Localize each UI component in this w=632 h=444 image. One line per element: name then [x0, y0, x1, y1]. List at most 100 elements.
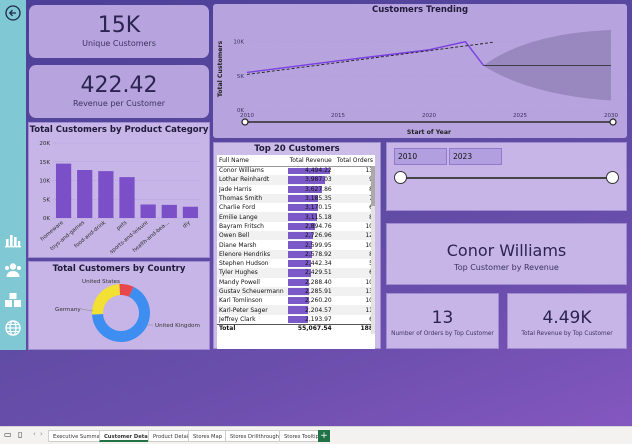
bar-toys-and-games[interactable] [77, 170, 93, 218]
cell-total-revenue: 2,599.95 [287, 240, 334, 249]
cell-total-revenue: 2,193.97 [287, 315, 334, 324]
slice-Germany[interactable] [92, 284, 121, 315]
prev-page-icon[interactable]: ‹ [33, 430, 36, 438]
revenue-value: 2,894.76 [305, 222, 332, 230]
x-tick-label: pets [116, 220, 129, 232]
bar-food-and-drink[interactable] [98, 171, 114, 218]
tab-stores-drillthrough[interactable]: Stores Drillthrough [225, 430, 284, 442]
table-row[interactable]: Mandy Powell 2,288.40 10 [217, 277, 375, 287]
revenue-value: 2,599.95 [305, 241, 332, 249]
tab-stores-map[interactable]: Stores Map [188, 430, 228, 442]
globe-icon [5, 320, 21, 336]
table-row[interactable]: Bayram Fritsch 2,894.76 10 [217, 221, 375, 232]
cell-full-name: Mandy Powell [219, 278, 260, 286]
revenue-per-customer-card: 422.42 Revenue per Customer [29, 65, 209, 118]
cell-total-orders: 6 [334, 315, 375, 324]
table-row[interactable]: Stephen Hudson 2,442.345 [217, 258, 375, 269]
table-row[interactable]: Conor Williams 4,494.22 13 [217, 166, 375, 176]
bar-homeware[interactable] [55, 163, 72, 218]
top-revenue-label: Total Revenue by Top Customer [521, 331, 613, 337]
y-tick-label: 5K [43, 197, 50, 203]
col-header-revenue[interactable]: Total Revenue [287, 155, 334, 167]
table-row[interactable]: Lothar Reinhardt 3,987.039 [217, 175, 375, 185]
country-chart-card: Total Customers by Country United Kingdo… [28, 261, 210, 350]
top-customer-label: Top Customer by Revenue [454, 263, 559, 272]
table-row[interactable]: Tyler Hughes 2,429.516 [217, 268, 375, 278]
unique-customers-value: 15K [97, 13, 141, 38]
table-row[interactable]: Gustav Scheuermann 2,285.91 13 [217, 286, 375, 297]
cell-total-revenue: 2,578.92 [287, 250, 334, 259]
revenue-value: 2,726.96 [305, 232, 332, 240]
cell-total-orders: 8 [334, 185, 375, 194]
add-page-button[interactable]: + [318, 430, 330, 442]
cell-total-revenue: 2,260.20 [287, 296, 334, 305]
cell-total-orders: 10 [365, 297, 373, 305]
cell-full-name: Charlie Ford [219, 204, 256, 212]
table-row[interactable]: Owen Bell 2,726.96 12 [217, 231, 375, 241]
x-axis-title: Start of Year [407, 129, 452, 136]
boxes-icon [5, 293, 21, 307]
table-row[interactable]: Elenore Hendriks 2,578.928 [217, 249, 375, 259]
nav-executive-button[interactable] [3, 230, 23, 250]
cell-full-name: Bayram Fritsch [219, 222, 264, 230]
revenue-value: 4,494.22 [305, 167, 332, 175]
top-revenue-card: 4.49K Total Revenue by Top Customer [507, 293, 627, 349]
total-orders: 188 [360, 325, 373, 333]
nav-product-button[interactable] [3, 290, 23, 310]
customers-line[interactable] [246, 40, 485, 74]
customers-trending-card: Customers Trending 0K 5K 10K 2010 2015 2020 20… [213, 4, 627, 138]
back-button[interactable] [3, 3, 23, 23]
revenue-value: 2,429.51 [305, 269, 332, 277]
cell-full-name: Gustav Scheuermann [219, 288, 284, 295]
trend-range-end-handle[interactable] [609, 118, 617, 126]
nav-rail [0, 0, 26, 350]
country-donut-chart: United Kingdom Germany United States [55, 279, 200, 342]
bar-diy[interactable] [182, 206, 199, 218]
table-row[interactable]: Emilie Lange 3,115.188 [217, 212, 375, 222]
cell-total-revenue: 3,185.35 [287, 194, 334, 203]
table-row[interactable]: Charlie Ford 3,170.156 [217, 203, 375, 213]
category-chart-card: Total Customers by Product Category 20K 1… [28, 122, 210, 258]
table-row[interactable]: Diane Marsh 2,599.95 10 [217, 240, 375, 250]
x-tick-label: 2015 [331, 113, 345, 119]
desktop-view-icon[interactable]: ▭ [4, 430, 12, 439]
next-page-icon[interactable]: › [40, 430, 43, 438]
cell-full-name: Owen Bell [219, 232, 250, 240]
col-header-name[interactable]: Full Name [217, 155, 288, 167]
slicer-track[interactable] [401, 177, 613, 179]
cell-total-orders: 6 [334, 268, 375, 277]
top-orders-value: 13 [431, 308, 454, 328]
x-tick-label: 2010 [240, 113, 254, 119]
bar-health-and-bea...[interactable] [161, 204, 177, 218]
cell-total-orders: 10 [365, 278, 373, 286]
cell-full-name: Karl-Peter Sager [219, 306, 268, 314]
top20-table-wrap: Full Name Total Revenue Total Orders Con… [217, 155, 375, 349]
cell-total-revenue: 2,429.51 [287, 268, 334, 277]
nav-stores-button[interactable] [3, 318, 23, 338]
cell-total-orders: 8 [334, 250, 375, 259]
table-row[interactable]: Karl-Peter Sager 2,204.57 11 [217, 305, 375, 315]
bar-sports-and-leisure[interactable] [140, 204, 156, 219]
slice-label: United Kingdom [155, 323, 200, 329]
cell-total-revenue: 2,288.40 [287, 278, 334, 287]
slicer-start-handle[interactable] [394, 171, 407, 184]
revenue-value: 3,987.03 [305, 176, 332, 184]
table-row[interactable]: Karl Tomlinson 2,260.20 10 [217, 296, 375, 306]
cell-full-name: Thomas Smith [219, 195, 263, 203]
bar-chart-icon [5, 235, 21, 248]
slicer-end-handle[interactable] [606, 171, 619, 184]
bar-pets[interactable] [119, 177, 135, 218]
revenue-value: 2,204.57 [305, 306, 332, 314]
slicer-end-input[interactable]: 2023 [449, 148, 502, 165]
mobile-view-icon[interactable]: ▯ [18, 430, 22, 439]
nav-customer-button[interactable] [3, 260, 23, 280]
table-row[interactable]: Jade Harris 3,627.868 [217, 184, 375, 194]
category-chart-title: Total Customers by Product Category [29, 125, 209, 135]
slicer-start-input[interactable]: 2010 [394, 148, 447, 165]
cell-total-orders: 13 [365, 288, 373, 295]
trend-range-start-handle[interactable] [241, 118, 249, 126]
table-scrollbar[interactable] [371, 166, 375, 334]
table-row[interactable]: Jeffrey Clark 2,193.976 [217, 314, 375, 325]
table-row[interactable]: Thomas Smith 3,185.357 [217, 193, 375, 204]
col-header-orders[interactable]: Total Orders [333, 155, 375, 167]
